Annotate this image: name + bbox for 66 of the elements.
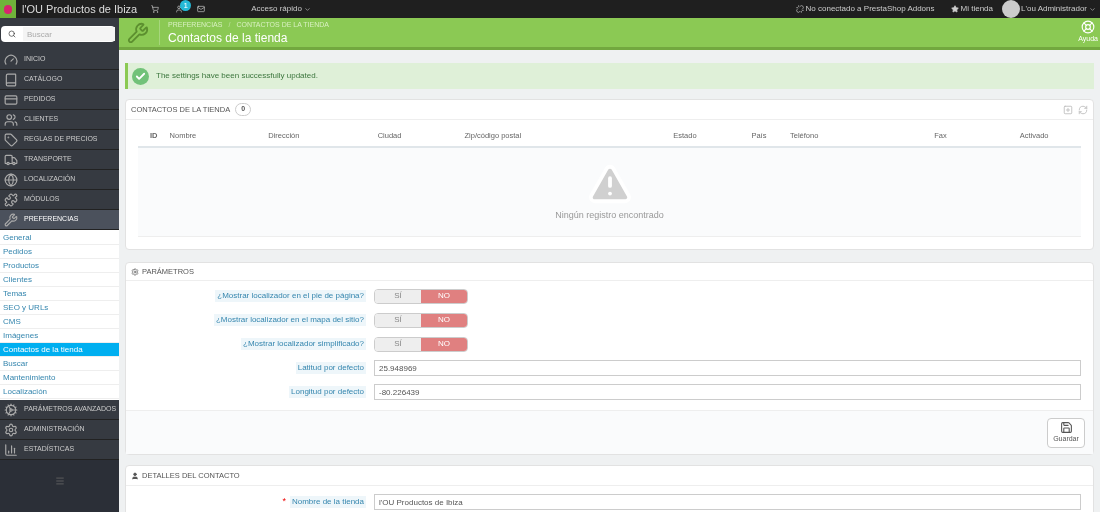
yes-no-switch[interactable]: SÍ NO [374, 336, 468, 352]
notification-badge: 1 [180, 0, 192, 11]
check-icon [132, 67, 149, 85]
switch-option[interactable]: NO [421, 289, 467, 303]
menu-icon [4, 72, 18, 87]
menu-icon [4, 152, 18, 167]
wrench-icon [127, 21, 149, 44]
menu-icon [4, 132, 18, 147]
menu-icon [4, 422, 18, 437]
yes-no-switch[interactable]: SÍ NO [374, 312, 468, 328]
shop-name[interactable]: l'OU Productos de Ibiza [22, 0, 138, 18]
submenu-item[interactable]: Clientes [0, 273, 119, 287]
empty-message: Ningún registro encontrado [555, 209, 664, 223]
my-shop-link[interactable]: Mi tienda [960, 3, 993, 15]
submenu-item[interactable]: General [0, 231, 119, 245]
text-field[interactable]: -80.226439 [374, 384, 1081, 400]
logo-icon [0, 0, 16, 18]
yes-no-switch[interactable]: SÍ NO [374, 288, 468, 304]
submenu-item[interactable]: Localización [0, 385, 119, 399]
menu-icon [4, 212, 18, 227]
menu-icon [4, 112, 18, 127]
switch-option[interactable]: SÍ [375, 313, 421, 327]
menu-icon [4, 92, 18, 107]
user-menu[interactable]: L'ou Administrador [1021, 3, 1096, 15]
menu-icon [4, 442, 18, 457]
alert-message: The settings have been successfully updated. [156, 70, 318, 82]
cart-icon[interactable] [151, 5, 160, 13]
submenu-item[interactable]: Buscar [0, 357, 119, 371]
user-icon[interactable] [175, 5, 184, 13]
addons-status[interactable]: No conectado a PrestaShop Addons [805, 3, 935, 15]
field-label: Nombre de la tienda [289, 496, 366, 508]
search-field[interactable]: Buscar [1, 26, 115, 42]
switch-option[interactable]: NO [421, 313, 467, 327]
menu-icon [4, 172, 18, 187]
submenu-item[interactable]: CMS [0, 315, 119, 329]
text-field[interactable]: l'OU Productos de Ibiza [374, 494, 1081, 510]
switch-option[interactable]: SÍ [375, 289, 421, 303]
unlink-icon [795, 5, 804, 13]
save-icon [1059, 420, 1073, 434]
submenu-item[interactable]: Contactos de la tienda [0, 343, 119, 357]
avatar [1002, 0, 1020, 18]
star-icon [950, 5, 959, 13]
submenu-item[interactable]: SEO y URLs [0, 301, 119, 315]
menu-icon [4, 192, 18, 207]
page-title: Contactos de la tienda [168, 30, 289, 45]
user-icon [131, 471, 139, 480]
quick-access-menu[interactable]: Acceso rápido [251, 3, 311, 15]
required-mark: * [282, 495, 286, 509]
search-icon[interactable] [8, 30, 16, 38]
text-field[interactable]: 25.948969 [374, 360, 1081, 376]
submenu-item[interactable]: Temas [0, 287, 119, 301]
field-label: ¿Mostrar localizador en el mapa del sitio? [213, 314, 366, 326]
field-label: Latitud por defecto [295, 362, 366, 374]
submenu-item[interactable]: Pedidos [0, 245, 119, 259]
mail-icon[interactable] [197, 5, 206, 13]
caret-icon [1089, 5, 1096, 13]
field-label: Longitud por defecto [289, 386, 366, 398]
menu-icon [4, 402, 18, 417]
submenu-item[interactable]: Productos [0, 259, 119, 273]
switch-option[interactable]: SÍ [375, 337, 421, 351]
menu-icon [4, 52, 18, 67]
field-label: ¿Mostrar localizador en el pie de página? [215, 290, 366, 302]
submenu-item[interactable]: Mantenimiento [0, 371, 119, 385]
field-label: ¿Mostrar localizador simplificado? [241, 338, 366, 350]
switch-option[interactable]: NO [421, 337, 467, 351]
caret-icon [303, 5, 311, 13]
